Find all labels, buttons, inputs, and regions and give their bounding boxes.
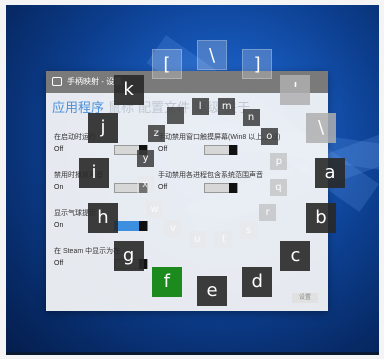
wheel-key[interactable]: e [197,276,227,306]
wheel-inner-key[interactable]: p [270,152,288,170]
wheel-inner-key[interactable]: w [146,201,164,219]
wheel-key[interactable]: b [306,203,337,234]
wheel-inner-key[interactable]: t [215,231,233,249]
wheel-inner-key[interactable]: x [136,176,154,194]
wheel-inner-key[interactable]: v [164,220,182,238]
wheel-inner-key[interactable]: o [260,127,278,145]
wheel-key[interactable]: [ [151,48,182,79]
wheel-key[interactable]: i [79,158,109,188]
wheel-inner-key[interactable]: m [218,98,236,116]
wheel-inner-key[interactable] [166,107,184,125]
wheel-inner-key[interactable]: s [240,221,258,239]
wheel-key[interactable]: ] [242,48,273,79]
wheel-key[interactable]: f [151,267,182,298]
wheel-key[interactable]: j [87,112,118,143]
keyboard-wheel: [ \] ' \ a b c d e f g h i j k l m n o p q r s t u v w x y z [6,5,379,355]
wheel-key[interactable]: ' [280,74,311,105]
desktop-background: 手柄映射 - 设置 应用程序鼠标配置文件高级关于 在启动时运行 Off 禁用时播… [6,5,379,355]
wheel-key[interactable]: c [280,241,311,272]
wheel-key[interactable]: a [315,158,345,188]
taskbar-edge [6,352,379,355]
wheel-key[interactable]: \ [306,112,337,143]
wheel-inner-key[interactable]: n [242,108,260,126]
wheel-key[interactable]: d [242,267,273,298]
wheel-inner-key[interactable]: l [191,97,209,115]
wheel-inner-key[interactable]: q [269,179,287,197]
wheel-inner-key[interactable]: r [259,203,277,221]
wheel-key[interactable]: \ [197,40,227,70]
wheel-inner-key[interactable]: z [147,125,165,143]
wheel-key[interactable]: k [113,74,144,105]
wheel-key[interactable]: g [113,241,144,272]
wheel-inner-key[interactable]: u [188,230,206,248]
wheel-inner-key[interactable]: y [137,149,155,167]
wheel-key[interactable]: h [87,203,118,234]
